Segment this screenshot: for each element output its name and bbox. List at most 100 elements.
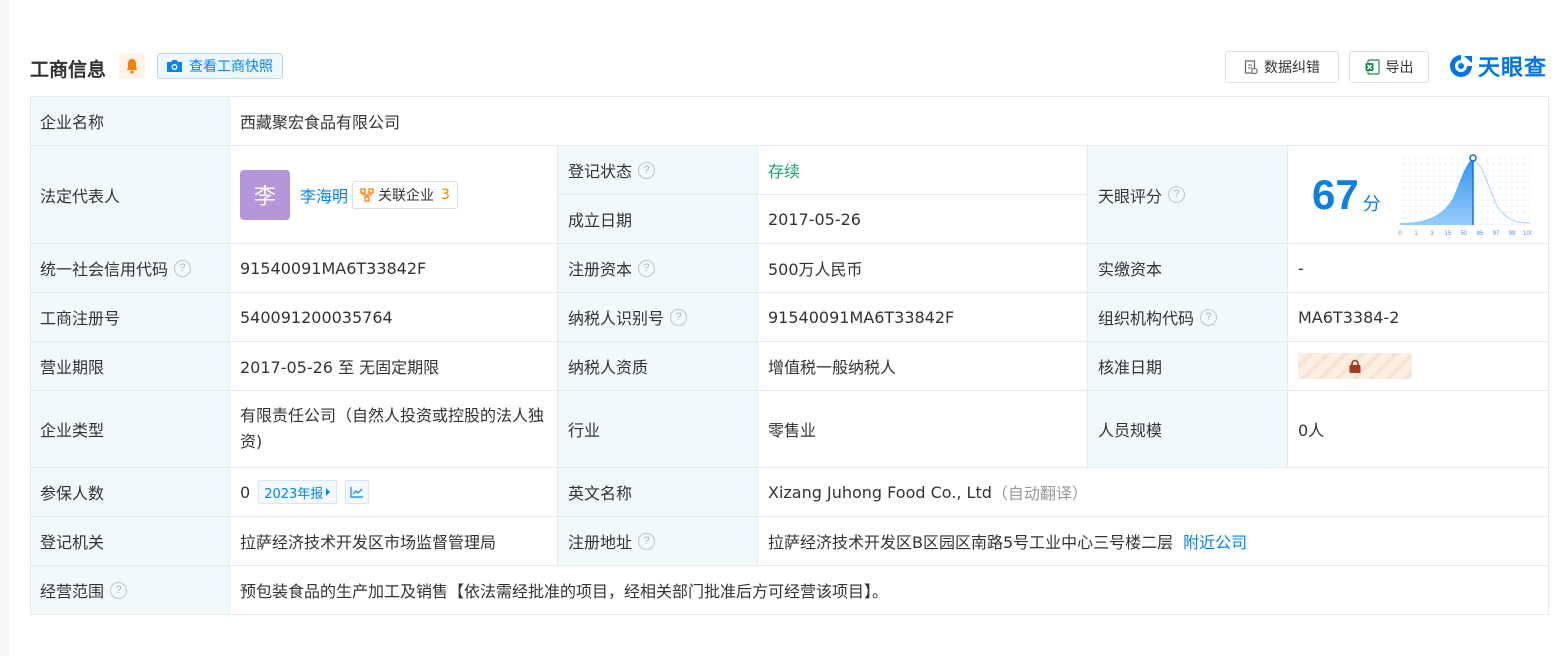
label-taxpayer-id: 纳税人识别号? bbox=[558, 293, 758, 342]
score-scale-tick: 85 bbox=[1477, 231, 1484, 237]
label-english-name: 英文名称 bbox=[558, 468, 758, 517]
label-score-text: 天眼评分 bbox=[1098, 186, 1163, 206]
label-score: 天眼评分? bbox=[1088, 146, 1288, 244]
label-reg-status: 登记状态? bbox=[558, 146, 758, 195]
help-icon[interactable]: ? bbox=[1200, 308, 1218, 326]
related-companies-label: 关联企业 bbox=[378, 187, 435, 204]
value-industry: 零售业 bbox=[758, 391, 1088, 468]
lock-icon bbox=[1349, 359, 1361, 373]
reg-address-cell: 拉萨经济技术开发区B区园区南路5号工业中心三号楼二层 附近公司 bbox=[758, 517, 1549, 566]
score-distribution-chart: 0 1 3 15 50 85 97 99 100 bbox=[1398, 154, 1532, 237]
view-snapshot-button[interactable]: 查看工商快照 bbox=[157, 53, 283, 79]
help-icon[interactable]: ? bbox=[670, 308, 688, 326]
score-scale-tick: 0 bbox=[1398, 231, 1402, 237]
label-reg-capital-text: 注册资本 bbox=[568, 260, 633, 279]
label-org-code: 组织机构代码? bbox=[1088, 293, 1288, 342]
section-title: 工商信息 bbox=[30, 59, 107, 81]
label-business-scope-text: 经营范围 bbox=[40, 582, 105, 601]
trend-chart-button[interactable] bbox=[345, 480, 370, 504]
approval-date-cell bbox=[1288, 342, 1549, 391]
label-approval-date: 核准日期 bbox=[1088, 342, 1288, 391]
label-industry: 行业 bbox=[558, 391, 758, 468]
label-reg-authority: 登记机关 bbox=[30, 517, 230, 566]
label-staff-size: 人员规模 bbox=[1088, 391, 1288, 468]
value-taxpayer-id: 91540091MA6T33842F bbox=[758, 293, 1088, 342]
score-scale-tick: 50 bbox=[1461, 231, 1468, 237]
help-icon[interactable]: ? bbox=[638, 532, 656, 550]
value-company-type: 有限责任公司（自然人投资或控股的法人独资) bbox=[230, 391, 558, 468]
brand-name: 天眼查 bbox=[1478, 56, 1548, 81]
label-term: 营业期限 bbox=[30, 342, 230, 391]
label-paid-capital: 实缴资本 bbox=[1088, 244, 1288, 293]
brand-eye-icon bbox=[1450, 55, 1472, 77]
label-reg-capital: 注册资本? bbox=[558, 244, 758, 293]
score-scale-tick: 97 bbox=[1493, 231, 1500, 237]
value-taxpayer-quality: 增值税一般纳税人 bbox=[758, 342, 1088, 391]
value-reg-authority: 拉萨经济技术开发区市场监督管理局 bbox=[230, 517, 558, 566]
value-reg-capital: 500万人民币 bbox=[758, 244, 1088, 293]
bell-icon[interactable] bbox=[119, 53, 145, 79]
label-est-date: 成立日期 bbox=[558, 195, 758, 244]
value-staff-size: 0人 bbox=[1288, 391, 1549, 468]
value-est-date: 2017-05-26 bbox=[758, 195, 1088, 244]
label-company-name: 企业名称 bbox=[30, 96, 230, 146]
label-business-scope: 经营范围? bbox=[30, 566, 230, 615]
help-icon[interactable]: ? bbox=[1168, 186, 1186, 203]
data-correction-label: 数据纠错 bbox=[1264, 60, 1320, 76]
value-business-scope: 预包装食品的生产加工及销售【依法需经批准的项目，经相关部门批准后方可经营该项目】… bbox=[230, 566, 1549, 615]
related-companies-tag[interactable]: 关联企业 3 bbox=[352, 180, 458, 209]
business-info-table: 企业名称 西藏聚宏食品有限公司 法定代表人 李 李海明 关联企业 3 登记状态?… bbox=[30, 96, 1549, 615]
score-scale-tick: 1 bbox=[1414, 231, 1418, 237]
value-english-name: Xizang Juhong Food Co., Ltd bbox=[768, 482, 992, 502]
value-reg-status: 存续 bbox=[758, 146, 1088, 195]
score-value: 67 bbox=[1312, 170, 1359, 218]
help-icon[interactable]: ? bbox=[638, 161, 656, 179]
brand-logo: 天眼查 bbox=[1448, 50, 1547, 82]
legal-rep-cell: 李 李海明 关联企业 3 bbox=[230, 146, 558, 244]
legal-rep-name-link[interactable]: 李海明 bbox=[300, 183, 348, 207]
label-org-code-text: 组织机构代码 bbox=[1098, 309, 1195, 328]
label-company-type: 企业类型 bbox=[30, 391, 230, 468]
score-scale-tick: 100 bbox=[1523, 231, 1532, 237]
insured-cell: 0 2023年报 bbox=[230, 468, 558, 517]
related-companies-count: 3 bbox=[441, 186, 450, 203]
network-icon bbox=[360, 187, 374, 202]
view-snapshot-label: 查看工商快照 bbox=[189, 59, 273, 75]
data-correction-button[interactable]: 数据纠错 bbox=[1225, 51, 1339, 83]
value-org-code: MA6T3384-2 bbox=[1288, 293, 1549, 342]
score-scale-tick: 3 bbox=[1430, 231, 1434, 237]
label-reg-address-text: 注册地址 bbox=[568, 533, 633, 552]
score-scale-tick: 99 bbox=[1509, 231, 1516, 237]
excel-icon bbox=[1365, 59, 1380, 75]
value-term: 2017-05-26 至 无固定期限 bbox=[230, 342, 558, 391]
score-scale-tick: 15 bbox=[1445, 231, 1452, 237]
annual-report-tag[interactable]: 2023年报 bbox=[258, 480, 338, 504]
label-legal-rep: 法定代表人 bbox=[30, 146, 230, 244]
help-icon[interactable]: ? bbox=[110, 581, 128, 599]
label-reg-status-text: 登记状态 bbox=[568, 162, 633, 181]
document-edit-icon bbox=[1244, 59, 1258, 74]
value-reg-no: 540091200035764 bbox=[230, 293, 558, 342]
auto-translate-note: （自动翻译） bbox=[991, 484, 1088, 503]
value-reg-address: 拉萨经济技术开发区B区园区南路5号工业中心三号楼二层 bbox=[768, 533, 1174, 552]
locked-value[interactable] bbox=[1298, 353, 1412, 379]
label-reg-address: 注册地址? bbox=[558, 517, 758, 566]
english-name-cell: Xizang Juhong Food Co., Ltd （自动翻译） bbox=[758, 468, 1549, 517]
score-cell[interactable]: 67 分 0 1 3 15 50 85 97 99 100 bbox=[1288, 146, 1549, 244]
line-chart-icon bbox=[350, 487, 364, 498]
label-taxpayer-quality: 纳税人资质 bbox=[558, 342, 758, 391]
nearby-companies-link[interactable]: 附近公司 bbox=[1183, 529, 1247, 553]
help-icon[interactable]: ? bbox=[174, 259, 192, 277]
label-credit-code: 统一社会信用代码? bbox=[30, 244, 230, 293]
value-paid-capital: - bbox=[1288, 244, 1549, 293]
label-taxpayer-id-text: 纳税人识别号 bbox=[568, 309, 665, 328]
avatar[interactable]: 李 bbox=[240, 169, 290, 220]
value-credit-code: 91540091MA6T33842F bbox=[230, 244, 558, 293]
export-button[interactable]: 导出 bbox=[1349, 51, 1429, 83]
value-insured: 0 bbox=[240, 482, 251, 502]
export-label: 导出 bbox=[1385, 60, 1414, 76]
help-icon[interactable]: ? bbox=[638, 259, 656, 277]
score-unit: 分 bbox=[1362, 193, 1381, 215]
value-company-name: 西藏聚宏食品有限公司 bbox=[230, 96, 1549, 146]
label-reg-no: 工商注册号 bbox=[30, 293, 230, 342]
